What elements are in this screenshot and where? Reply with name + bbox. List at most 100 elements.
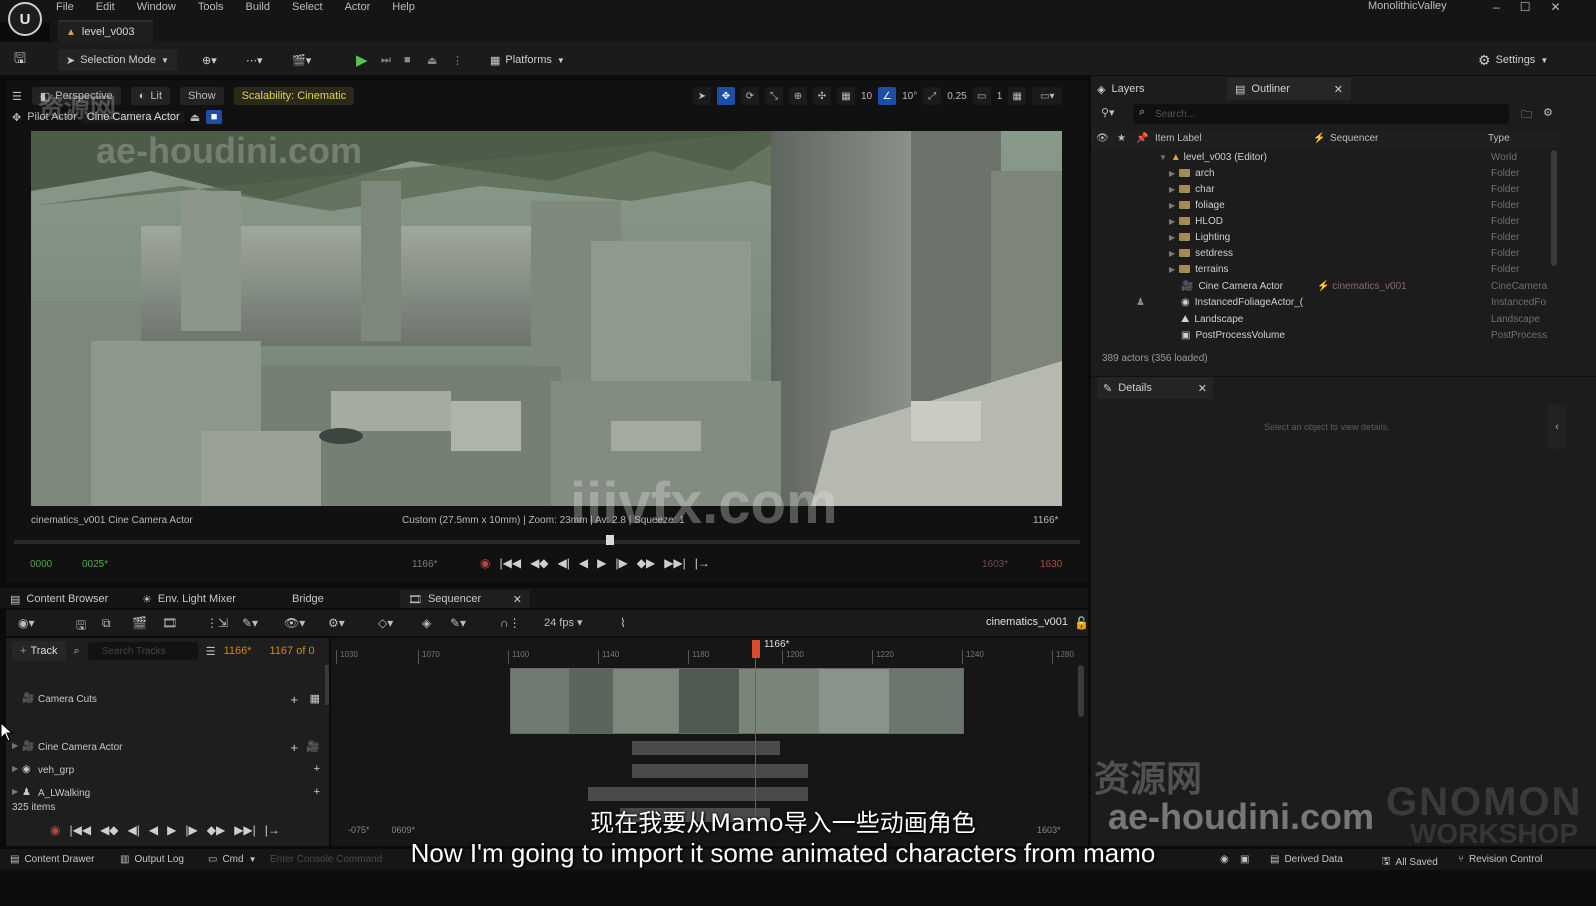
outliner-search-input[interactable]: Search... bbox=[1133, 104, 1509, 124]
menu-select[interactable]: Select bbox=[292, 1, 323, 13]
fps-dropdown[interactable]: 24 fps ▾ bbox=[544, 616, 583, 629]
filter-icon[interactable]: ⚲▾ bbox=[1101, 106, 1115, 119]
playhead-handle[interactable] bbox=[752, 640, 760, 658]
rotation-snap-icon[interactable]: ∠ bbox=[878, 87, 897, 105]
current-frame-field[interactable]: 1166* bbox=[224, 645, 252, 657]
key-options-icon[interactable]: ◇▾ bbox=[378, 616, 393, 630]
stop-button[interactable]: ■ bbox=[404, 49, 411, 71]
close-icon[interactable]: ✕ bbox=[1550, 0, 1560, 14]
camera-icon[interactable]: 🎥 bbox=[306, 740, 320, 753]
track-row[interactable]: ▶ 🎥 Cine Camera Actor + 🎥 bbox=[12, 739, 324, 757]
play-button[interactable]: ▶ bbox=[356, 49, 368, 71]
outliner-folder-row[interactable]: ▶ terrains Folder bbox=[1091, 262, 1561, 278]
render-movie-icon[interactable]: 🎞 bbox=[162, 616, 177, 630]
track-search-input[interactable]: Search Tracks bbox=[87, 642, 198, 660]
collapse-panel-icon[interactable]: ‹ bbox=[1548, 405, 1566, 449]
play-options-button[interactable]: ⋮ bbox=[452, 49, 463, 71]
jump-end-icon[interactable]: ▶▶| bbox=[664, 556, 686, 570]
tab-bridge[interactable]: Bridge bbox=[292, 590, 324, 608]
expand-icon[interactable]: ▶ bbox=[12, 787, 18, 796]
camera-lock-icon[interactable]: ▦ bbox=[310, 692, 320, 705]
show-button[interactable]: Show bbox=[180, 87, 224, 105]
pin-icon[interactable]: 📌 bbox=[1136, 133, 1148, 144]
close-tab-icon[interactable]: ✕ bbox=[1198, 382, 1207, 395]
close-tab-icon[interactable]: ✕ bbox=[1334, 83, 1343, 96]
save-icon[interactable]: 🖫 bbox=[14, 49, 26, 71]
edit-tools-icon[interactable]: ✎▾ bbox=[242, 616, 258, 630]
menu-window[interactable]: Window bbox=[137, 1, 176, 13]
jump-start-icon[interactable]: |◀◀ bbox=[499, 556, 521, 570]
close-tab-icon[interactable]: ✕ bbox=[513, 593, 522, 606]
rotate-icon[interactable]: ⟳ bbox=[741, 87, 759, 105]
filter-icon[interactable]: ☰ bbox=[206, 645, 216, 658]
surface-snap-icon[interactable]: ✣ bbox=[813, 87, 831, 105]
scale-icon[interactable]: ⤡ bbox=[765, 87, 783, 105]
timeline-scrollbar[interactable] bbox=[1078, 665, 1084, 717]
outliner-folder-row[interactable]: ▶ Lighting Folder bbox=[1091, 230, 1561, 246]
track-row[interactable]: ▶ ◉ veh_grp + bbox=[12, 762, 324, 780]
select-icon[interactable]: ➤ bbox=[693, 87, 711, 105]
add-key-icon[interactable]: + bbox=[314, 763, 320, 775]
next-frame-icon[interactable]: |▶ bbox=[615, 556, 627, 570]
col-sequencer[interactable]: Sequencer bbox=[1330, 133, 1378, 144]
advance-frame-button[interactable]: ⏭ bbox=[381, 49, 391, 71]
timeline-ruler[interactable]: 1030 1070 1100 1140 1180 1200 1220 1240 … bbox=[336, 650, 1088, 664]
play-reverse-icon[interactable]: ◀ bbox=[579, 556, 588, 570]
track-section[interactable] bbox=[588, 787, 808, 801]
curve-editor-icon[interactable]: ⌇ bbox=[620, 616, 626, 630]
outliner-folder-row[interactable]: ▶ foliage Folder bbox=[1091, 198, 1561, 214]
outliner-actor-row[interactable]: ♟ ◉ InstancedFoliageActor_(InstancedFo bbox=[1091, 295, 1561, 311]
track-row[interactable]: 🎥 Camera Cuts + ▦ bbox=[12, 691, 324, 709]
menu-help[interactable]: Help bbox=[392, 1, 415, 13]
track-row[interactable]: ▶ ♟ A_LWalking + bbox=[12, 785, 324, 803]
tab-sequencer[interactable]: 🎞 Sequencer ✕ bbox=[400, 590, 530, 608]
snap-icon[interactable]: ∩⋮ bbox=[500, 616, 521, 630]
scrubber-handle[interactable] bbox=[606, 535, 614, 545]
play-icon[interactable]: ▶ bbox=[597, 556, 606, 570]
tab-outliner[interactable]: ▤ Outliner ✕ bbox=[1227, 78, 1351, 100]
track-list-scrollbar[interactable] bbox=[325, 665, 329, 705]
add-key-icon[interactable]: + bbox=[290, 692, 298, 707]
tab-light-mixer[interactable]: ☀ Env. Light Mixer bbox=[142, 590, 236, 608]
menu-tools[interactable]: Tools bbox=[198, 1, 224, 13]
record-icon[interactable]: ◉ bbox=[480, 556, 490, 570]
playback-options-icon[interactable]: ⚙▾ bbox=[328, 616, 345, 630]
save-as-icon[interactable]: ⧉ bbox=[102, 616, 111, 631]
hamburger-menu-icon[interactable]: ☰ bbox=[12, 90, 22, 103]
pin-icon[interactable]: ♟ bbox=[1136, 297, 1145, 308]
scale-snap-icon[interactable]: ⤢ bbox=[923, 87, 942, 105]
viewport-layout-icon[interactable]: ▦ bbox=[1008, 87, 1027, 105]
col-item-label[interactable]: Item Label bbox=[1155, 133, 1202, 144]
auto-key-icon[interactable]: ◈ bbox=[422, 616, 431, 630]
maximize-icon[interactable]: ☐ bbox=[1520, 0, 1531, 14]
settings-dropdown[interactable]: ⚙ Settings ▼ bbox=[1478, 49, 1548, 71]
cinematics-button[interactable]: 🎬▾ bbox=[292, 49, 311, 71]
eject-button[interactable]: ⏏ bbox=[427, 49, 437, 71]
menu-edit[interactable]: Edit bbox=[96, 1, 115, 13]
favorite-icon[interactable]: ★ bbox=[1117, 133, 1126, 144]
add-key-icon[interactable]: + bbox=[290, 740, 298, 755]
add-folder-icon[interactable]: 🗀 bbox=[1521, 106, 1532, 125]
world-picker-icon[interactable]: ◉▾ bbox=[18, 616, 35, 630]
add-track-button[interactable]: + Track bbox=[12, 641, 66, 661]
tab-details[interactable]: ✎ Details ✕ bbox=[1097, 377, 1213, 399]
view-options-icon[interactable]: 👁▾ bbox=[284, 616, 305, 630]
track-section[interactable] bbox=[632, 741, 780, 755]
lock-icon[interactable]: 🔓 bbox=[1074, 616, 1089, 630]
menu-build[interactable]: Build bbox=[246, 1, 270, 13]
camera-speed-icon[interactable]: ▭ bbox=[972, 87, 991, 105]
menu-file[interactable]: File bbox=[56, 1, 74, 13]
viewport-scrubber[interactable] bbox=[14, 540, 1080, 544]
loop-icon[interactable]: |→ bbox=[695, 556, 710, 570]
scalability-badge[interactable]: Scalability: Cinematic bbox=[233, 87, 355, 105]
visibility-icon[interactable]: 👁 bbox=[1096, 133, 1109, 144]
lit-button[interactable]: ◐ Lit bbox=[130, 87, 171, 105]
grid-snap-icon[interactable]: ▦ bbox=[837, 87, 855, 105]
col-type[interactable]: Type bbox=[1488, 133, 1510, 144]
add-actor-button[interactable]: ⊕▾ bbox=[202, 49, 217, 71]
keyframe-tools-icon[interactable]: ⋮⇲ bbox=[206, 616, 228, 630]
tab-content-browser[interactable]: ▤ Content Browser bbox=[10, 590, 108, 608]
camera-cut-section[interactable] bbox=[510, 668, 964, 734]
camera-speed-value[interactable]: 1 bbox=[997, 91, 1003, 102]
outliner-actor-row[interactable]: ▣ PostProcessVolume PostProcess bbox=[1091, 328, 1561, 344]
